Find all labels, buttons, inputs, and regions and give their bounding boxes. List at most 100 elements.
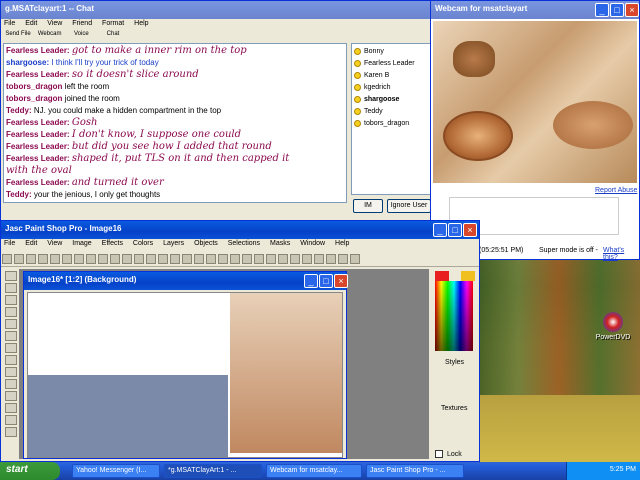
psp-menu-layers[interactable]: Layers [163,240,184,247]
psp-menu-view[interactable]: View [47,240,62,247]
psp-tool-icon[interactable] [5,331,17,341]
psp-tool-icon[interactable] [5,271,17,281]
maximize-icon[interactable]: □ [610,3,624,17]
report-abuse-link[interactable]: Report Abuse [595,187,637,194]
psp-toolbar-icon[interactable] [218,254,228,264]
psp-menu-file[interactable]: File [4,240,15,247]
psp-toolbar-icon[interactable] [110,254,120,264]
psp-toolbar-icon[interactable] [302,254,312,264]
psp-menu-image[interactable]: Image [72,240,91,247]
task-yahoo-messenger[interactable]: Yahoo! Messenger (I... [72,464,160,478]
psp-tool-icon[interactable] [5,415,17,425]
chat-log[interactable]: Fearless Leader: got to make a inner rim… [3,43,347,203]
psp-toolbar-icon[interactable] [26,254,36,264]
minimize-icon[interactable]: _ [595,3,609,17]
chat-menu-view[interactable]: View [47,20,62,27]
psp-tool-icon[interactable] [5,367,17,377]
desktop-icon-powerdvd[interactable]: PowerDVD [592,312,634,341]
psp-menu-objects[interactable]: Objects [194,240,218,247]
whats-this-link[interactable]: What's this? [603,247,639,261]
psp-toolbar-icon[interactable] [230,254,240,264]
psp-toolbar-icon[interactable] [194,254,204,264]
psp-tool-icon[interactable] [5,355,17,365]
psp-toolbar-icon[interactable] [182,254,192,264]
user-list-item[interactable]: kgedrich [354,82,428,94]
chat-titlebar[interactable]: g.MSATclayart:1 -- Chat [1,1,431,19]
user-list-item[interactable]: Karen B [354,70,428,82]
user-list[interactable]: Bonny Fearless Leader Karen B kgedrich sharg… [351,43,431,195]
maximize-icon[interactable]: □ [448,223,462,237]
chat-menu-file[interactable]: File [4,20,15,27]
user-list-item[interactable]: tobors_dragon [354,118,428,130]
psp-toolbar-icon[interactable] [146,254,156,264]
psp-toolbar-icon[interactable] [50,254,60,264]
psp-toolbar-icon[interactable] [326,254,336,264]
chat-menu-friend[interactable]: Friend [72,20,92,27]
psp-toolbar-icon[interactable] [122,254,132,264]
psp-tool-icon[interactable] [5,283,17,293]
psp-toolbar-icon[interactable] [290,254,300,264]
image-titlebar[interactable]: Image16* [1:2] (Background) [24,272,346,290]
user-list-item[interactable]: Fearless Leader [354,58,428,70]
user-list-item[interactable]: shargoose [354,94,428,106]
psp-toolbar-icon[interactable] [350,254,360,264]
close-icon[interactable]: × [334,274,348,288]
image-canvas[interactable] [27,292,343,458]
maximize-icon[interactable]: □ [319,274,333,288]
psp-tool-icon[interactable] [5,379,17,389]
psp-menu-edit[interactable]: Edit [25,240,37,247]
psp-toolbar-icon[interactable] [74,254,84,264]
chat-menu-edit[interactable]: Edit [25,20,37,27]
send-file-button[interactable]: Send File [3,31,33,37]
psp-toolbar-icon[interactable] [242,254,252,264]
task-chat[interactable]: *g.MSATClayArt:1 - ... [164,464,262,478]
webcam-button[interactable]: Webcam [35,31,65,37]
ignore-user-button[interactable]: Ignore User [387,199,431,213]
user-list-item[interactable]: Teddy [354,106,428,118]
close-icon[interactable]: × [625,3,639,17]
psp-toolbar-icon[interactable] [86,254,96,264]
psp-toolbar-icon[interactable] [254,254,264,264]
voice-button[interactable]: Voice [66,31,96,37]
psp-toolbar-icon[interactable] [14,254,24,264]
psp-toolbar-icon[interactable] [170,254,180,264]
psp-toolbar-icon[interactable] [206,254,216,264]
psp-toolbar-icon[interactable] [2,254,12,264]
psp-tool-icon[interactable] [5,391,17,401]
psp-toolbar-icon[interactable] [158,254,168,264]
psp-menu-selections[interactable]: Selections [228,240,260,247]
psp-toolbar-icon[interactable] [38,254,48,264]
psp-toolbar-icon[interactable] [266,254,276,264]
psp-toolbar-icon[interactable] [278,254,288,264]
im-button[interactable]: IM [353,199,383,213]
user-list-item[interactable]: Bonny [354,46,428,58]
psp-menu-colors[interactable]: Colors [133,240,153,247]
start-button[interactable]: start [0,462,60,480]
psp-menu-masks[interactable]: Masks [270,240,290,247]
psp-menu-help[interactable]: Help [335,240,349,247]
psp-tool-icon[interactable] [5,295,17,305]
background-swatch[interactable] [461,271,475,281]
minimize-icon[interactable]: _ [433,223,447,237]
task-webcam[interactable]: Webcam for msatclay... [266,464,362,478]
chat-button[interactable]: Chat [98,31,128,37]
color-palette[interactable] [435,281,473,351]
task-paint-shop-pro[interactable]: Jasc Paint Shop Pro - ... [366,464,464,478]
psp-toolbar-icon[interactable] [62,254,72,264]
psp-menu-window[interactable]: Window [300,240,325,247]
psp-tool-icon[interactable] [5,343,17,353]
lock-checkbox[interactable] [435,450,443,458]
psp-toolbar-icon[interactable] [98,254,108,264]
psp-menu-effects[interactable]: Effects [102,240,123,247]
psp-tool-icon[interactable] [5,403,17,413]
close-icon[interactable]: × [463,223,477,237]
minimize-icon[interactable]: _ [304,274,318,288]
psp-tool-icon[interactable] [5,307,17,317]
psp-tool-icon[interactable] [5,319,17,329]
psp-tool-icon[interactable] [5,427,17,437]
foreground-swatch[interactable] [435,271,449,281]
chat-menu-help[interactable]: Help [134,20,148,27]
psp-toolbar-icon[interactable] [338,254,348,264]
psp-toolbar-icon[interactable] [134,254,144,264]
psp-titlebar[interactable]: Jasc Paint Shop Pro - Image16 [1,221,479,239]
